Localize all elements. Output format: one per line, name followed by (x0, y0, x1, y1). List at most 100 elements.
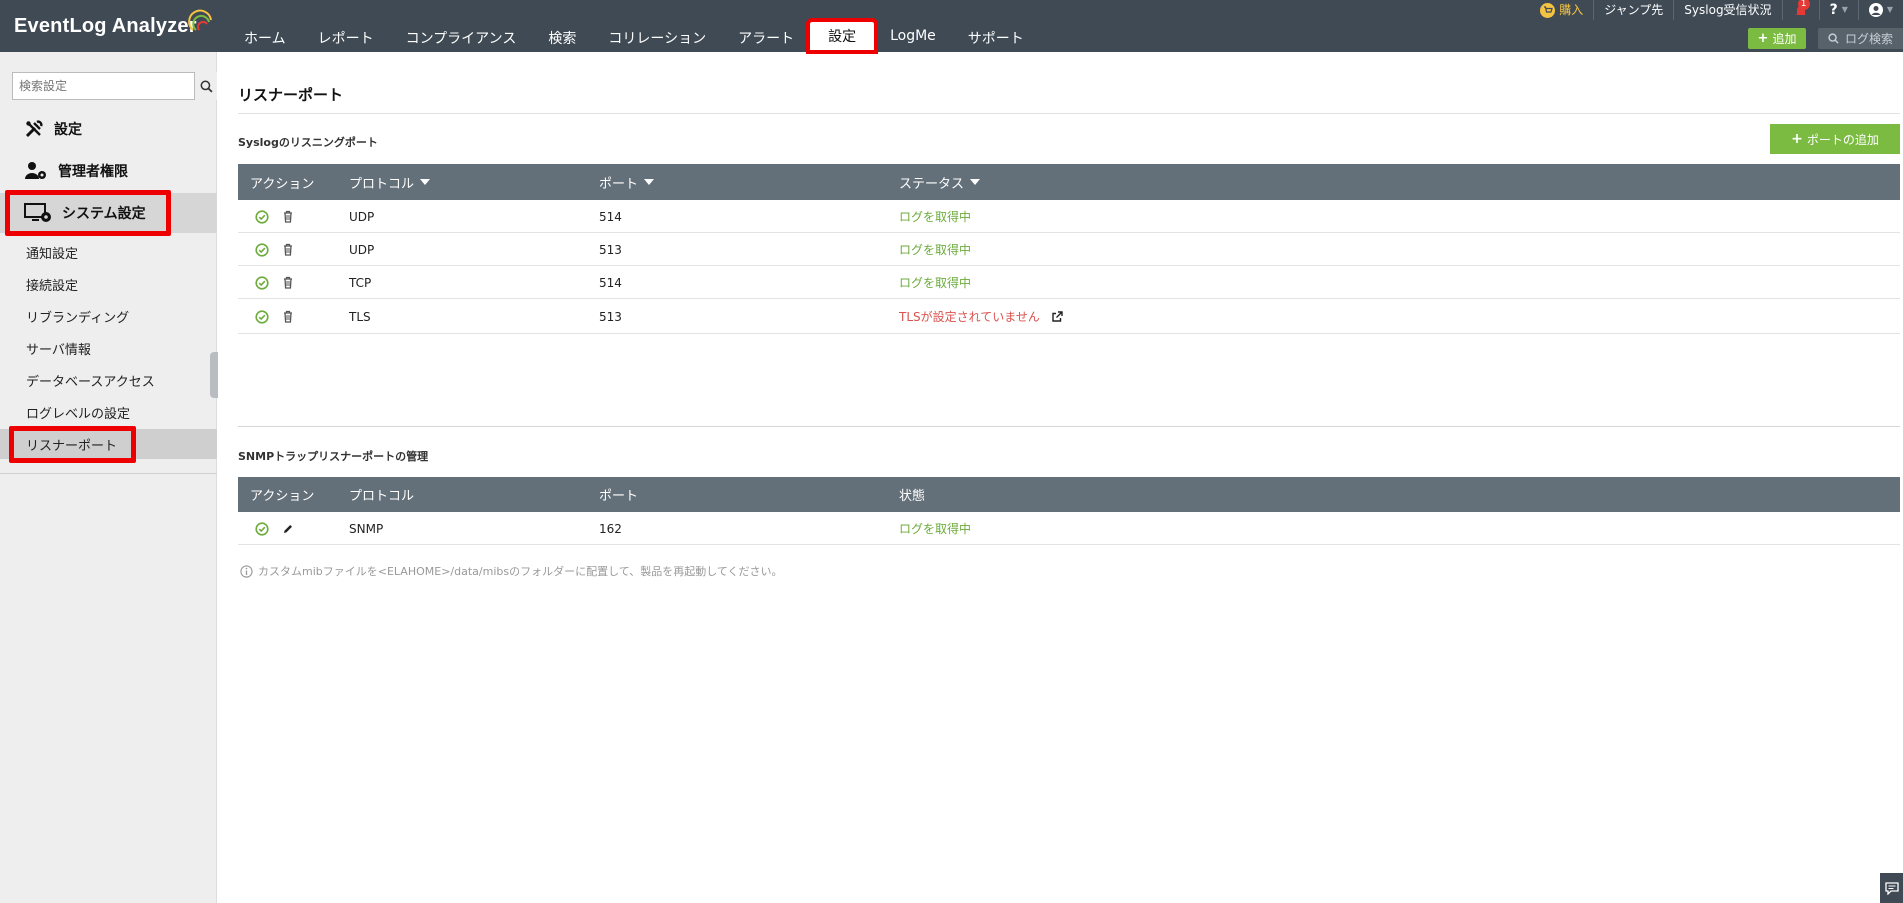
table-row: UDP 514 ログを取得中 (238, 200, 1900, 233)
cell-protocol: TCP (349, 275, 372, 290)
jump-link[interactable]: ジャンプ先 (1594, 0, 1675, 20)
table-row: UDP 513 ログを取得中 (238, 233, 1900, 266)
edit-pencil-icon[interactable] (280, 521, 296, 537)
sidebar-item-notification-settings[interactable]: 通知設定 (0, 237, 217, 267)
sidebar-section-system-settings[interactable]: システム設定 (0, 193, 217, 233)
log-search-placeholder: ログ検索 (1845, 32, 1894, 46)
app-logo[interactable]: EventLog Analyzer (14, 9, 212, 41)
delete-trash-icon[interactable] (280, 275, 296, 291)
status-error-text: TLSが設定されていません (899, 310, 1040, 324)
sort-caret-icon (644, 179, 655, 185)
add-port-button[interactable]: + ポートの追加 (1770, 124, 1900, 154)
help-caret-icon: ▼ (1841, 5, 1848, 14)
delete-trash-icon[interactable] (280, 309, 296, 325)
plus-icon: + (1757, 31, 1769, 46)
nav-search[interactable]: 検索 (532, 24, 592, 52)
col-action: アクション (250, 489, 315, 504)
logo-text: EventLog Analyzer (14, 14, 197, 37)
snmp-section-label: SNMPトラップリスナーポートの管理 (238, 450, 429, 463)
col-status: 状態 (899, 489, 926, 504)
cell-status: ログを取得中 (899, 276, 972, 290)
mib-note: カスタムmibファイルを<ELAHOME>/data/mibsのフォルダーに配置… (240, 563, 783, 579)
nav-logme[interactable]: LogMe (874, 24, 952, 52)
sidebar-item-server-info[interactable]: サーバ情報 (0, 333, 217, 363)
add-button[interactable]: + 追加 (1748, 28, 1806, 49)
page-title: リスナーポート (238, 86, 344, 104)
chat-button[interactable] (1880, 873, 1903, 903)
sidebar-section-admin[interactable]: 管理者権限 (0, 151, 217, 191)
cell-port: 514 (599, 275, 622, 290)
top-bar: EventLog Analyzer ホーム レポート コンプライアンス 検索 コ… (0, 0, 1903, 54)
sidebar-section-label: 設定 (54, 122, 82, 138)
nav-alerts[interactable]: アラート (722, 24, 810, 52)
enabled-check-icon[interactable] (254, 521, 270, 537)
cell-protocol: UDP (349, 242, 375, 257)
sidebar-collapse-handle[interactable] (210, 352, 218, 398)
sidebar-divider (0, 473, 217, 474)
table-header: アクション プロトコル ポート ステータス (238, 164, 1900, 200)
syslog-status-link[interactable]: Syslog受信状況 (1674, 0, 1783, 20)
col-protocol[interactable]: プロトコル (349, 164, 431, 200)
nav-support[interactable]: サポート (952, 24, 1040, 52)
table-header: アクション プロトコル ポート 状態 (238, 477, 1900, 512)
delete-trash-icon[interactable] (280, 242, 296, 258)
nav-reports[interactable]: レポート (302, 24, 390, 52)
nav-home[interactable]: ホーム (228, 24, 302, 52)
table-row: TCP 514 ログを取得中 (238, 266, 1900, 299)
sidebar-item-connection-settings[interactable]: 接続設定 (0, 269, 217, 299)
buy-link[interactable]: 購入 (1530, 0, 1595, 20)
search-icon (200, 80, 213, 93)
col-protocol: プロトコル (349, 489, 415, 504)
cell-port: 162 (599, 521, 622, 536)
section-divider (238, 426, 1900, 427)
syslog-ports-table: アクション プロトコル ポート ステータス UDP 514 ログを取得中 UDP… (238, 164, 1900, 334)
help-button[interactable]: ? ▼ (1820, 0, 1859, 20)
nav-correlation[interactable]: コリレーション (592, 24, 722, 52)
user-caret-icon: ▼ (1886, 5, 1893, 14)
nav-compliance[interactable]: コンプライアンス (390, 24, 533, 52)
enabled-check-icon[interactable] (254, 275, 270, 291)
settings-search-button[interactable] (195, 72, 217, 100)
cell-status: ログを取得中 (899, 522, 972, 536)
user-menu-button[interactable]: ▼ (1859, 0, 1903, 20)
sidebar-item-rebranding[interactable]: リブランディング (0, 301, 217, 331)
nav-settings[interactable]: 設定 (806, 18, 879, 54)
logo-swirl-icon (187, 9, 212, 31)
cell-protocol: TLS (349, 309, 371, 324)
log-search-input[interactable]: ログ検索 (1818, 28, 1903, 49)
plus-icon: + (1791, 131, 1803, 147)
delete-trash-icon[interactable] (280, 209, 296, 225)
sidebar-item-database-access[interactable]: データベースアクセス (0, 365, 217, 395)
settings-search-input[interactable] (12, 72, 195, 100)
monitor-settings-icon (24, 203, 51, 222)
col-port: ポート (599, 489, 639, 504)
notifications-button[interactable]: 1 (1783, 0, 1820, 20)
cell-port: 513 (599, 242, 622, 257)
snmp-ports-table: アクション プロトコル ポート 状態 SNMP 162 ログを取得中 (238, 477, 1900, 545)
enabled-check-icon[interactable] (254, 309, 270, 325)
col-status[interactable]: ステータス (899, 164, 981, 200)
sidebar-section-settings[interactable]: 設定 (0, 109, 217, 149)
notification-badge: 1 (1797, 0, 1810, 10)
table-row: TLS 513 TLSが設定されていません (238, 299, 1900, 334)
sidebar-item-listener-port[interactable]: リスナーポート (0, 429, 217, 459)
sidebar-item-log-level[interactable]: ログレベルの設定 (0, 397, 217, 427)
cell-status: ログを取得中 (899, 243, 972, 257)
enabled-check-icon[interactable] (254, 209, 270, 225)
settings-search (12, 72, 217, 100)
mib-note-text: カスタムmibファイルを<ELAHOME>/data/mibsのフォルダーに配置… (258, 565, 783, 578)
top-links: 購入 ジャンプ先 Syslog受信状況 1 ? ▼ ▼ (1530, 0, 1903, 20)
search-icon (1828, 33, 1839, 44)
col-port[interactable]: ポート (599, 164, 655, 200)
help-icon: ? (1829, 2, 1838, 18)
tools-icon (25, 120, 43, 138)
cell-port: 514 (599, 209, 622, 224)
sidebar-section-label: 管理者権限 (58, 164, 128, 180)
bell-icon: 1 (1793, 0, 1810, 18)
user-avatar-icon (1868, 3, 1883, 17)
enabled-check-icon[interactable] (254, 242, 270, 258)
cell-port: 513 (599, 309, 622, 324)
cell-status: TLSが設定されていません (899, 299, 1066, 334)
main-nav: ホーム レポート コンプライアンス 検索 コリレーション アラート 設定 Log… (228, 18, 1040, 54)
external-link-icon[interactable] (1050, 309, 1066, 325)
